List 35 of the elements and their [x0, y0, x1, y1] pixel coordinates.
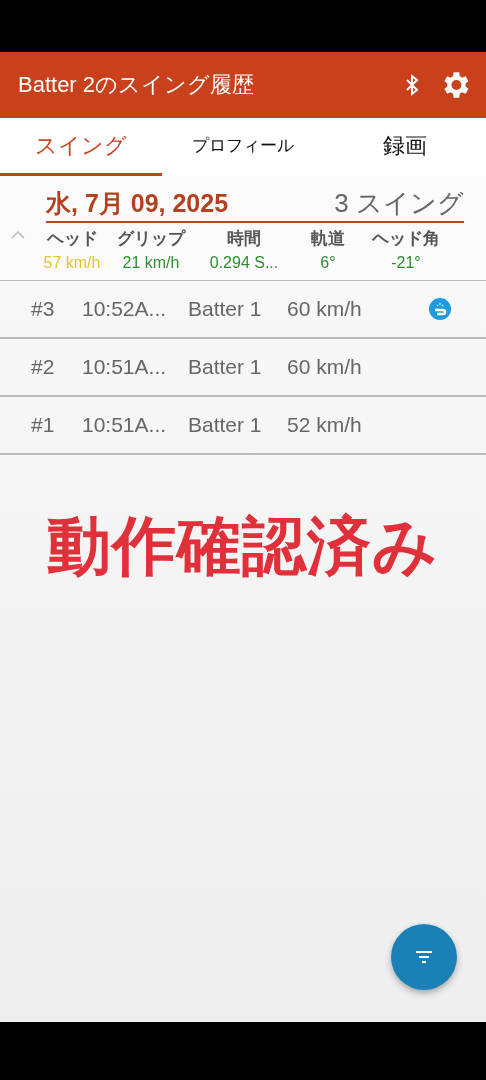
tab[interactable]: 録画: [324, 118, 486, 176]
swing-speed: 60 km/h: [287, 355, 363, 379]
swing-count: 3 スイング: [334, 187, 464, 220]
stat-value: 57 km/h: [42, 254, 102, 272]
app-title: Batter 2のスイング履歴: [18, 71, 256, 99]
filter-icon: [414, 950, 434, 964]
swing-row[interactable]: #1 10:51A... Batter 1 52 km/h: [0, 397, 486, 455]
swing-time: 10:52A...: [82, 297, 168, 321]
tab[interactable]: スイング: [0, 118, 162, 176]
batter-name: Batter 1: [188, 355, 263, 379]
swing-speed: 52 km/h: [287, 413, 363, 437]
group-date: 水, 7月 09, 2025: [46, 188, 229, 219]
stat-value: 6°: [319, 254, 337, 272]
stat-label: ヘッド角: [371, 228, 441, 250]
bluetooth-icon[interactable]: [404, 73, 420, 97]
stat-value: 21 km/h: [121, 254, 181, 272]
overlay-caption: 動作確認済み: [46, 509, 440, 584]
filter-button[interactable]: [391, 924, 457, 990]
swing-time: 10:51A...: [82, 413, 168, 437]
stat-label: ヘッド: [45, 228, 99, 250]
swing-time: 10:51A...: [82, 355, 168, 379]
swing-number: #2: [31, 355, 56, 379]
batter-name: Batter 1: [188, 297, 263, 321]
stat-label: 時間: [226, 228, 262, 250]
stat-value: 0.294 S...: [208, 254, 280, 272]
batter-name: Batter 1: [188, 413, 263, 437]
swing-number: #3: [31, 297, 56, 321]
stat-label: 軌道: [310, 228, 346, 250]
swing-speed: 60 km/h: [287, 297, 363, 321]
swing-row[interactable]: #2 10:51A... Batter 1 60 km/h: [0, 339, 486, 397]
stat-label: グリップ: [116, 228, 187, 250]
tab[interactable]: プロフィール: [162, 118, 324, 176]
swing-row[interactable]: #3 10:52A... Batter 1 60 km/h: [0, 281, 486, 339]
stat-value: -21°: [390, 254, 422, 272]
swing-number: #1: [31, 413, 56, 437]
